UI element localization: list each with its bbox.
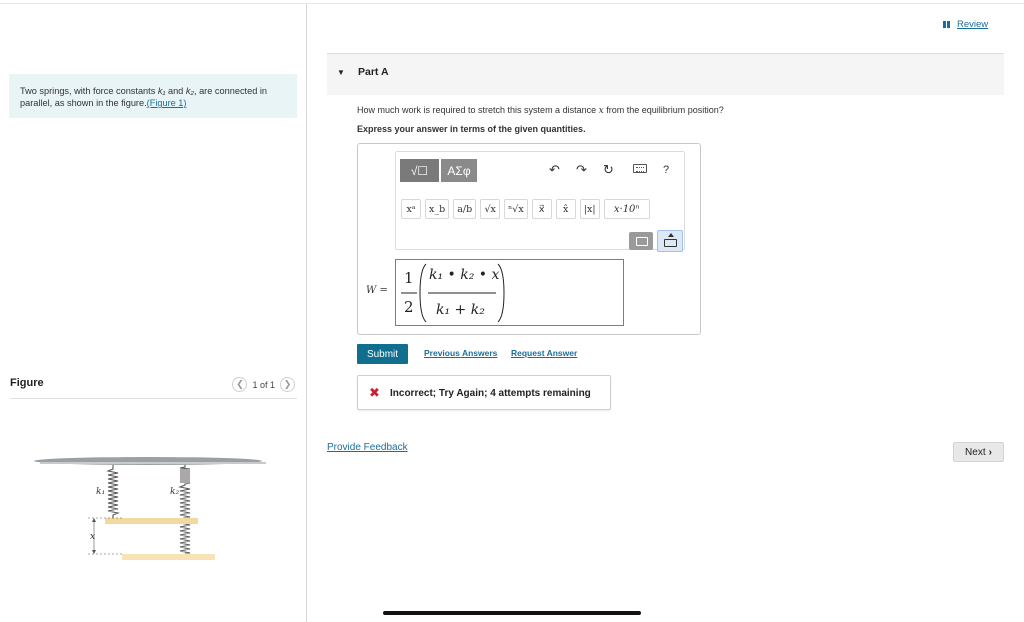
home-indicator — [383, 611, 641, 615]
provide-feedback-link[interactable]: Provide Feedback — [327, 442, 408, 453]
keyboard-toggle-icon[interactable] — [657, 230, 683, 252]
review-link[interactable]: Review — [943, 19, 988, 30]
top-divider — [0, 3, 1024, 4]
submit-button[interactable]: Submit — [357, 344, 408, 364]
part-header[interactable]: ▼ Part A — [327, 53, 1004, 95]
block-stretched — [122, 554, 215, 560]
math-toolbar: √☐ ΑΣφ ↶ ↷ ↻ ? xᵃ x_b a/b √x ⁿ√x x⃗ x̂ |… — [395, 151, 685, 252]
block-equilibrium — [105, 518, 198, 524]
expr-numerator: k₁ • k₂ • x — [429, 267, 500, 283]
unit-vector-template[interactable]: x̂ — [555, 199, 576, 219]
figure-link[interactable]: (Figure 1) — [147, 98, 187, 108]
next-button[interactable]: Next › — [953, 442, 1004, 462]
answer-editor: √☐ ΑΣφ ↶ ↷ ↻ ? xᵃ x_b a/b √x ⁿ√x x⃗ x̂ |… — [357, 143, 701, 335]
problem-intro: Two springs, with force constants k₁ and… — [9, 74, 297, 118]
help-button[interactable]: ? — [663, 161, 669, 179]
subscript-template[interactable]: x_b — [425, 199, 450, 219]
backspace-icon[interactable] — [629, 232, 653, 250]
instruction-text: Express your answer in terms of the give… — [357, 124, 586, 134]
figure-page-count: 1 of 1 — [252, 379, 275, 390]
question-text: How much work is required to stretch thi… — [357, 105, 724, 116]
abs-template[interactable]: |x| — [579, 199, 600, 219]
sqrt-template[interactable]: √x — [480, 199, 501, 219]
answer-input[interactable]: 1 2 k₁ • k₂ • x k₁ + k₂ — [395, 259, 624, 326]
keyboard-icon[interactable] — [633, 164, 647, 173]
superscript-template[interactable]: xᵃ — [401, 199, 421, 219]
panel-divider — [306, 4, 307, 622]
intro-text: Two springs, with force constants — [20, 86, 156, 96]
spring-2 — [178, 465, 191, 555]
templates-button[interactable]: √☐ — [400, 159, 439, 182]
part-title: Part A — [358, 66, 389, 78]
spring-1-label: k₁ — [96, 487, 105, 497]
question-var: x — [598, 106, 604, 116]
k1-symbol: k₁ — [157, 86, 166, 96]
collapse-caret-icon[interactable]: ▼ — [337, 68, 345, 77]
redo-icon[interactable]: ↷ — [576, 161, 587, 179]
vector-template[interactable]: x⃗ — [531, 199, 552, 219]
undo-icon[interactable]: ↶ — [549, 161, 560, 179]
feedback-message: ✖ Incorrect; Try Again; 4 attempts remai… — [357, 375, 611, 410]
k2-symbol: k₂ — [185, 86, 194, 96]
spring-2-label: k₂ — [170, 487, 179, 497]
coef-numerator: 1 — [404, 269, 414, 287]
figure-pager: ❮ 1 of 1 ❯ — [232, 377, 295, 392]
answer-label-text: W = — [366, 285, 388, 296]
question-post: from the equilibrium position? — [606, 105, 724, 115]
fraction-template[interactable]: a/b — [453, 199, 477, 219]
sci-notation-template[interactable]: x·10ⁿ — [603, 199, 650, 219]
symbols-button[interactable]: ΑΣφ — [441, 159, 477, 182]
reset-icon[interactable]: ↻ — [603, 161, 614, 179]
review-icon — [943, 21, 953, 28]
chevron-right-icon: › — [988, 446, 992, 458]
displacement-label: x — [90, 532, 95, 542]
next-label: Next — [965, 446, 986, 458]
question-pre: How much work is required to stretch thi… — [357, 105, 597, 115]
previous-answers-link[interactable]: Previous Answers — [424, 348, 497, 358]
answer-expression: 1 2 k₁ • k₂ • x k₁ + k₂ — [401, 263, 505, 323]
figure-header: Figure ❮ 1 of 1 ❯ — [10, 377, 297, 399]
spring-1 — [106, 465, 120, 518]
chevron-left-icon[interactable]: ❮ — [232, 377, 248, 392]
nth-root-template[interactable]: ⁿ√x — [504, 199, 528, 219]
coef-denominator: 2 — [404, 298, 414, 316]
answer-label: W = — [366, 285, 388, 296]
feedback-text: Incorrect; Try Again; 4 attempts remaini… — [390, 388, 591, 399]
review-label: Review — [957, 19, 989, 30]
chevron-right-icon[interactable]: ❯ — [280, 377, 295, 392]
expr-denominator: k₁ + k₂ — [436, 302, 485, 318]
intro-and: and — [167, 86, 184, 96]
request-answer-link[interactable]: Request Answer — [511, 348, 577, 358]
springs-figure: k₁ k₂ x — [34, 457, 266, 560]
figure-label: Figure — [10, 377, 44, 389]
template-row: xᵃ x_b a/b √x ⁿ√x x⃗ x̂ |x| x·10ⁿ — [401, 199, 650, 219]
incorrect-icon: ✖ — [369, 385, 380, 400]
